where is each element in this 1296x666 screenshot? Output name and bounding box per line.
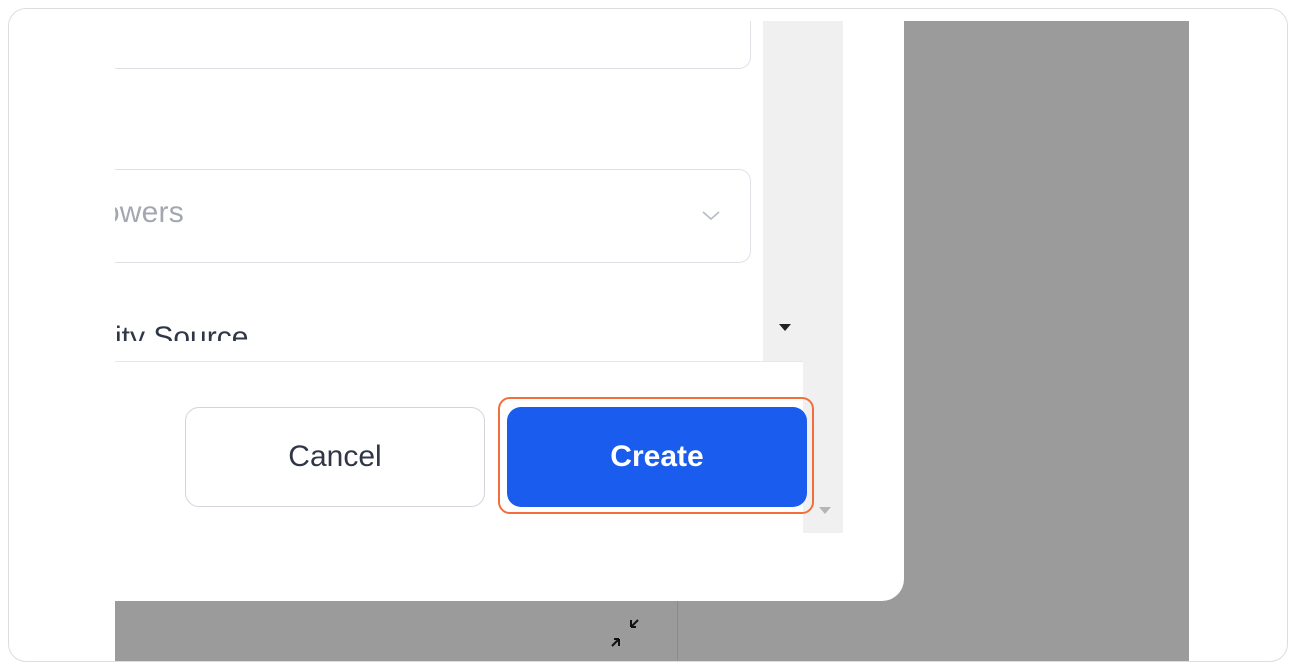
chevron-down-icon [702,211,720,221]
dialog-scroll-content[interactable]: lowers ity Source [115,21,763,341]
select-dropdown[interactable]: lowers [115,169,751,263]
triangle-down-icon[interactable] [779,324,791,331]
cancel-button[interactable]: Cancel [185,407,485,507]
create-button[interactable]: Create [507,407,807,507]
dialog-footer: Cancel Create [115,361,814,534]
collapse-arrows-icon[interactable] [605,613,645,653]
create-dialog: lowers ity Source Cancel Create [115,9,904,601]
modal-backdrop: lowers ity Source Cancel Create [115,9,1189,661]
screenshot-frame: lowers ity Source Cancel Create [8,8,1288,662]
backdrop-divider [677,599,678,661]
text-input-field[interactable] [115,21,751,69]
field-label: ity Source [115,321,249,341]
select-value: lowers [115,196,184,229]
scroll-down-arrow-icon[interactable] [819,507,831,514]
